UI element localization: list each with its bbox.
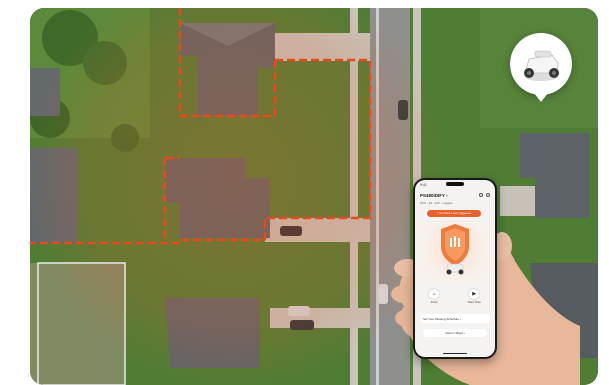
header-icons bbox=[479, 193, 490, 197]
robot-mower-icon bbox=[524, 50, 559, 81]
device-name[interactable]: PS480iDIFY › bbox=[420, 193, 448, 198]
app-screen: 9:41 PS480iDIFY › 62% · 3d · 12h · Logge… bbox=[415, 180, 495, 357]
mowing-coverage-area bbox=[30, 8, 450, 385]
start-label: Start Now bbox=[467, 300, 481, 304]
shield-mower-icon bbox=[441, 224, 469, 275]
device-stats: 62% · 3d · 12h · Logged bbox=[420, 201, 453, 205]
alert-banner[interactable]: • Not Well-Lawn triggered bbox=[427, 210, 481, 217]
start-action[interactable]: ▶ Start Now bbox=[468, 289, 481, 304]
smartphone: 9:41 PS480iDIFY › 62% · 3d · 12h · Logge… bbox=[413, 178, 497, 359]
dock-action[interactable]: ⌂ Dock bbox=[429, 289, 440, 304]
play-icon[interactable]: ▶ bbox=[469, 289, 480, 299]
home-indicator bbox=[443, 352, 467, 354]
schedule-label: Set Your Mowing Schedule › bbox=[423, 316, 461, 321]
robot-mower-callout bbox=[510, 33, 572, 102]
phone-notch bbox=[446, 182, 464, 186]
status-time: 9:41 bbox=[420, 183, 427, 187]
view-map-button[interactable]: View in Maps › bbox=[423, 329, 487, 337]
settings-icon[interactable] bbox=[486, 193, 490, 197]
schedule-row[interactable]: Set Your Mowing Schedule › bbox=[420, 314, 490, 323]
refresh-icon[interactable] bbox=[479, 193, 483, 197]
home-icon[interactable]: ⌂ bbox=[429, 289, 440, 299]
action-row: ⌂ Dock ▶ Start Now bbox=[415, 289, 495, 304]
dock-label: Dock bbox=[430, 300, 438, 304]
